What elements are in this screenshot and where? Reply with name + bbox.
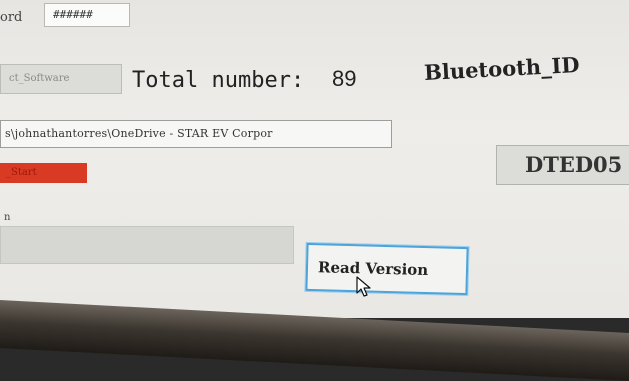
app-window: ord ###### ct_Software Total number: 89 … <box>0 0 629 318</box>
password-label: ord <box>0 10 23 25</box>
version-label: n <box>4 212 11 223</box>
file-path-field[interactable]: s\johnathantorres\OneDrive - STAR EV Cor… <box>0 120 392 148</box>
bluetooth-id-field[interactable]: DTED05 <box>496 145 629 185</box>
mouse-pointer-icon <box>356 276 371 297</box>
password-field[interactable]: ###### <box>44 3 130 27</box>
select-software-button[interactable]: ct_Software <box>0 64 122 94</box>
total-number-label: Total number: <box>132 68 305 93</box>
version-field[interactable] <box>0 226 294 264</box>
read-version-button[interactable]: Read Version <box>305 242 469 296</box>
total-number-value: 89 <box>332 66 357 91</box>
bluetooth-id-label: Bluetooth_ID <box>423 51 581 86</box>
start-button[interactable]: _Start <box>0 163 87 183</box>
